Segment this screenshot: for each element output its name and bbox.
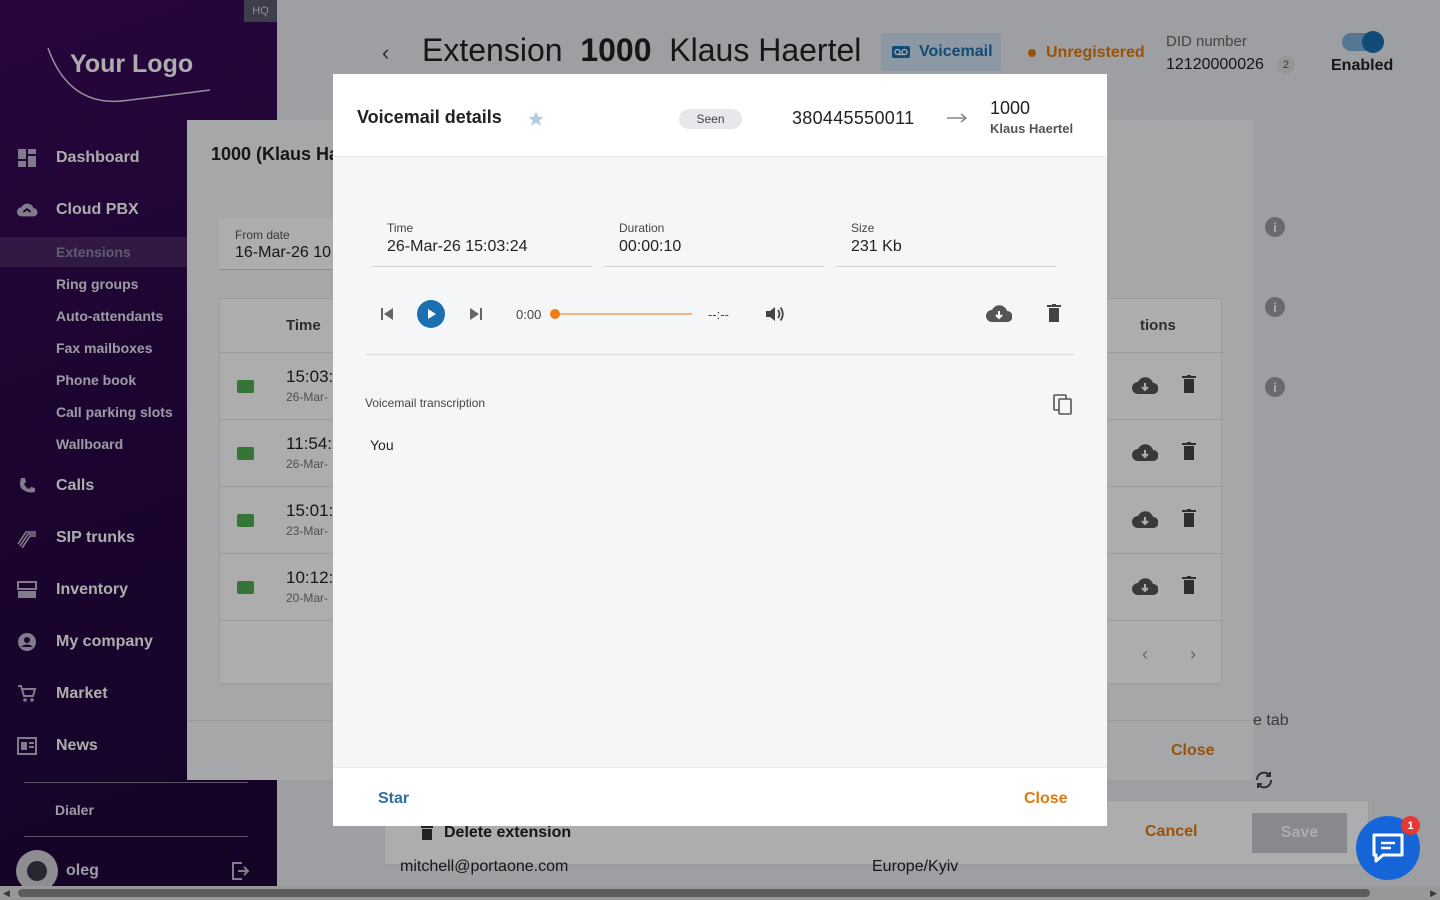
player-end-time: --:-- — [708, 307, 729, 322]
duration-field: Duration 00:00:10 — [603, 217, 824, 267]
volume-icon[interactable] — [764, 303, 786, 325]
time-value: 26-Mar-26 15:03:24 — [387, 238, 528, 255]
play-button[interactable] — [417, 300, 445, 328]
dialog-header: Voicemail details Seen 380445550011 1000… — [333, 74, 1107, 157]
skip-previous-icon[interactable] — [379, 306, 395, 322]
seen-badge: Seen — [679, 109, 742, 129]
time-label: Time — [387, 221, 414, 235]
trash-icon[interactable] — [1046, 303, 1062, 323]
caller-number: 380445550011 — [792, 108, 915, 128]
duration-value: 00:00:10 — [619, 238, 682, 255]
copy-icon[interactable] — [1053, 394, 1073, 416]
size-label: Size — [851, 221, 875, 235]
transcription-label: Voicemail transcription — [365, 396, 486, 410]
voicemail-details-dialog: Voicemail details Seen 380445550011 1000… — [333, 74, 1107, 826]
player-progress-handle[interactable] — [550, 309, 560, 319]
player-progress-track[interactable] — [555, 313, 692, 315]
chat-notification-badge: 1 — [1401, 816, 1420, 835]
callee-name: Klaus Haertel — [990, 121, 1074, 136]
transcription-text: You — [370, 437, 394, 453]
audio-player: 0:00 --:-- — [365, 287, 1075, 355]
size-field: Size 231 Kb — [835, 217, 1056, 267]
close-button[interactable]: Close — [1024, 790, 1068, 808]
dialog-footer: Star Close — [333, 767, 1107, 826]
callee-number: 1000 — [990, 98, 1031, 118]
star-icon[interactable] — [527, 110, 545, 128]
chat-icon — [1372, 833, 1404, 863]
duration-label: Duration — [619, 221, 665, 235]
player-current-time: 0:00 — [516, 307, 542, 322]
download-icon[interactable] — [985, 303, 1013, 325]
dialog-title: Voicemail details — [357, 107, 502, 127]
arrow-right-icon — [946, 110, 968, 126]
size-value: 231 Kb — [851, 238, 902, 255]
skip-next-icon[interactable] — [468, 306, 484, 322]
time-field: Time 26-Mar-26 15:03:24 — [371, 217, 592, 267]
star-button[interactable]: Star — [378, 790, 409, 808]
